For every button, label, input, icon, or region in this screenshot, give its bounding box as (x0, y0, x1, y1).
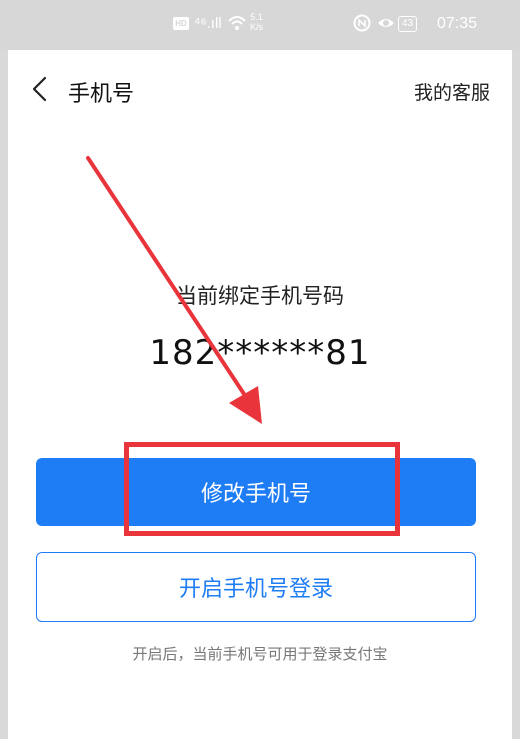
chevron-left-icon (32, 76, 47, 102)
nav-bar: 手机号 我的客服 (0, 70, 520, 110)
hd-badge: HD (173, 17, 189, 30)
speed-value: 5.1 (250, 12, 263, 22)
status-time: 07:35 (437, 15, 478, 32)
eye-comfort-icon (377, 14, 395, 38)
nfc-icon (353, 14, 371, 38)
battery-icon: 43 (398, 16, 418, 32)
wifi-icon (227, 14, 247, 38)
back-button[interactable] (26, 74, 56, 104)
phone-number: 182******81 (149, 333, 371, 373)
enable-phone-login-button[interactable]: 开启手机号登录 (36, 552, 476, 622)
status-bar: HD ⁴⁶.ıll 5.1 K/s 43 07:35 (0, 0, 520, 50)
network-speed: 5.1 K/s (250, 12, 263, 32)
page-title: 手机号 (68, 82, 135, 107)
screen-edge-left (0, 50, 8, 739)
signal-icon: ⁴⁶.ıll (194, 15, 222, 32)
login-hint: 开启后，当前手机号可用于登录支付宝 (132, 645, 388, 663)
page-background (0, 50, 520, 739)
change-phone-button[interactable]: 修改手机号 (36, 458, 476, 526)
speed-unit: K/s (250, 22, 264, 32)
screen-edge-right (512, 50, 520, 739)
bound-phone-label: 当前绑定手机号码 (176, 284, 344, 308)
customer-service-link[interactable]: 我的客服 (414, 78, 490, 105)
